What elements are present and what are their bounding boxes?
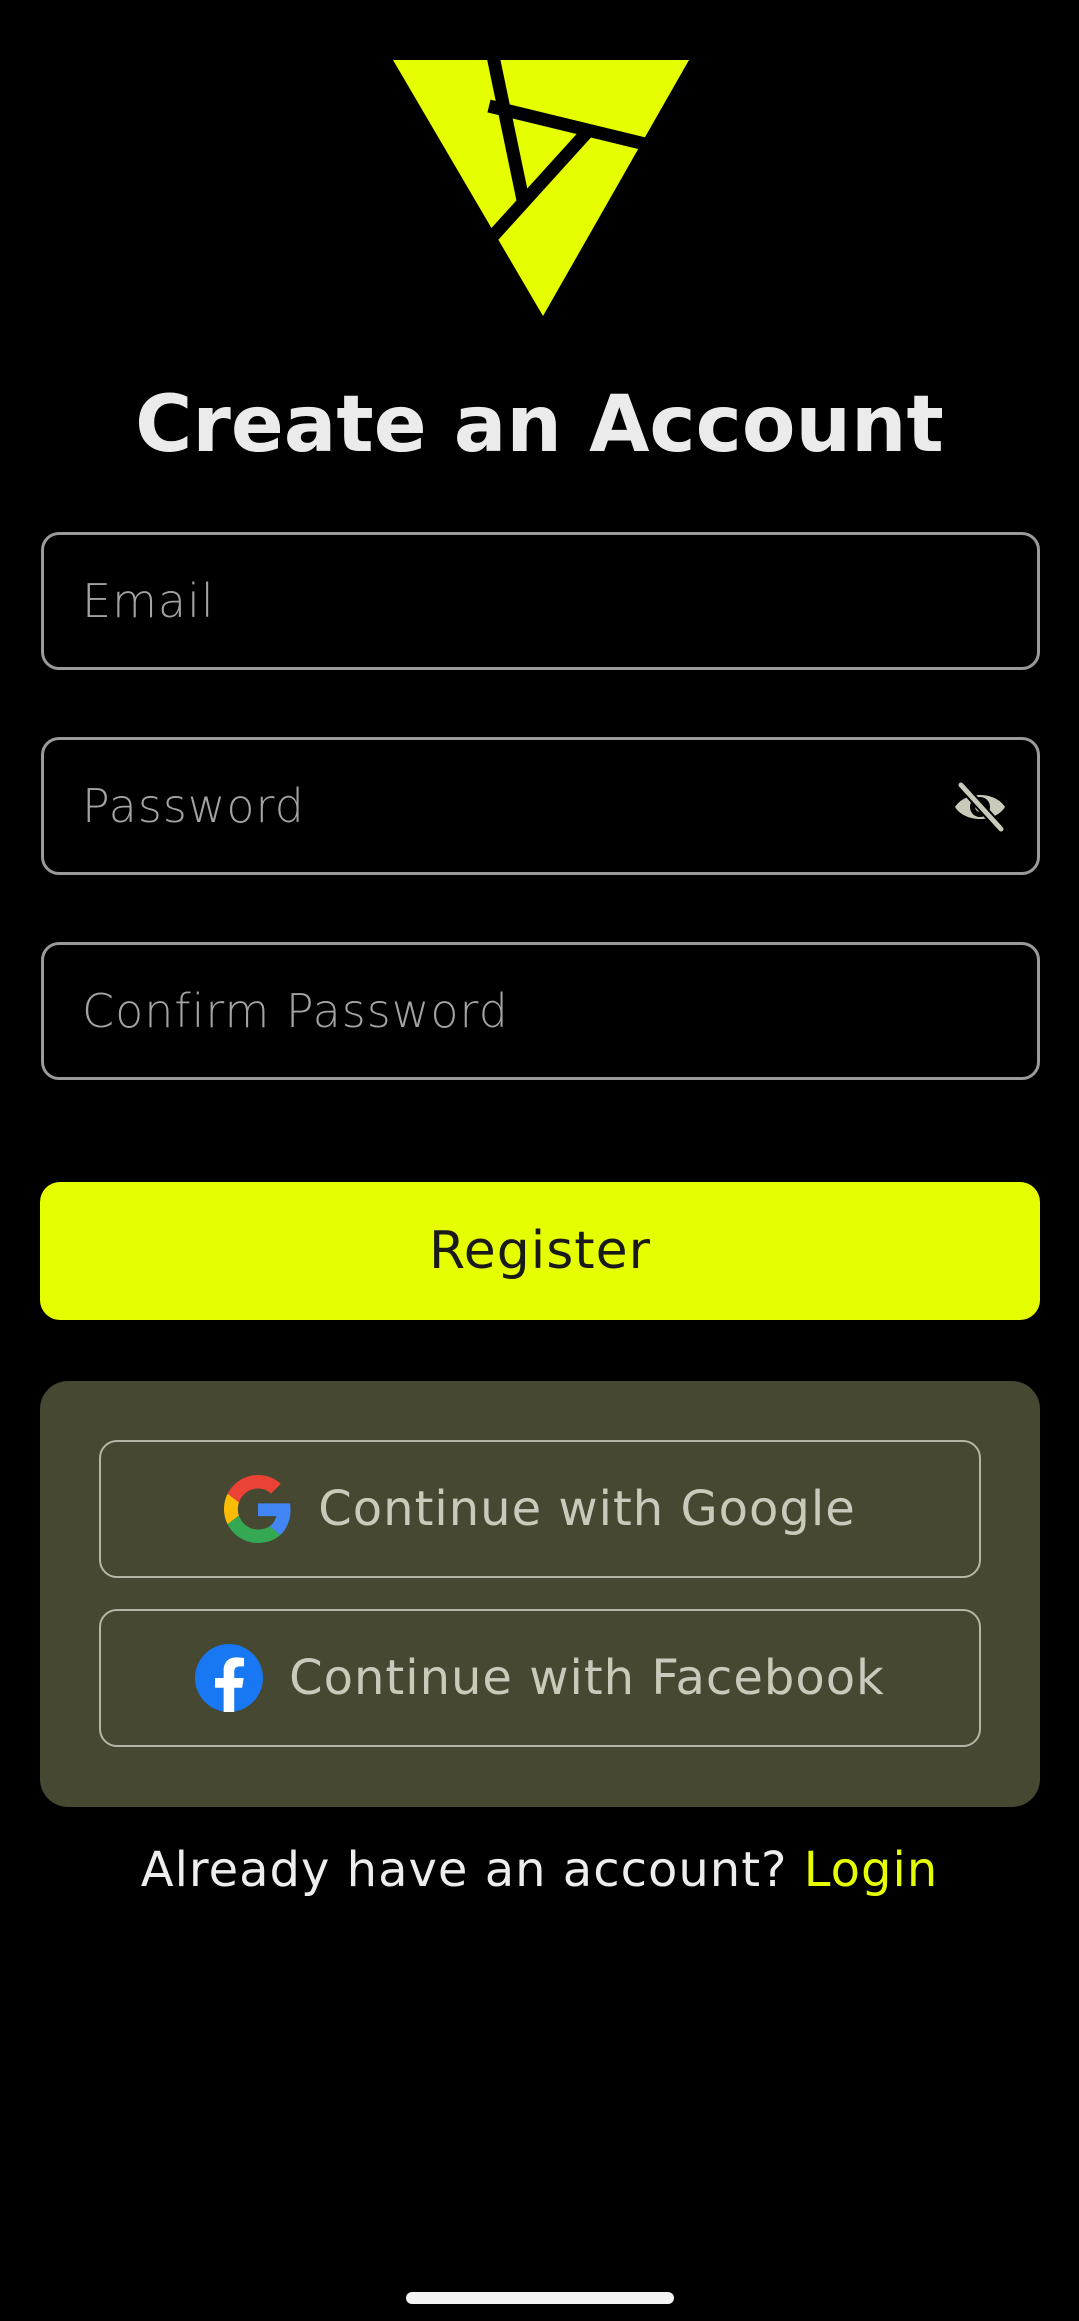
google-login-button[interactable]: Continue with Google xyxy=(99,1440,981,1578)
login-link[interactable]: Login xyxy=(804,1842,939,1898)
register-button-label: Register xyxy=(428,1221,652,1281)
home-indicator[interactable] xyxy=(406,2292,674,2304)
google-login-label: Continue with Google xyxy=(318,1481,856,1537)
eye-slash-icon[interactable] xyxy=(951,781,1009,833)
login-prompt: Already have an account? Login xyxy=(0,1838,1079,1902)
google-icon xyxy=(224,1475,291,1543)
email-input[interactable] xyxy=(82,535,962,667)
email-field[interactable] xyxy=(41,532,1040,670)
facebook-login-label: Continue with Facebook xyxy=(289,1650,885,1706)
password-field[interactable] xyxy=(41,737,1040,875)
triangle-logo-icon xyxy=(393,60,689,316)
facebook-icon xyxy=(195,1644,264,1712)
confirm-password-field[interactable] xyxy=(41,942,1040,1080)
login-prompt-text: Already have an account? xyxy=(140,1842,804,1898)
password-input[interactable] xyxy=(82,740,962,872)
register-button[interactable]: Register xyxy=(40,1182,1040,1320)
page-title: Create an Account xyxy=(135,380,944,470)
confirm-password-input[interactable] xyxy=(82,945,962,1077)
social-login-panel: Continue with Google Continue with Faceb… xyxy=(40,1381,1040,1807)
facebook-login-button[interactable]: Continue with Facebook xyxy=(99,1609,981,1747)
